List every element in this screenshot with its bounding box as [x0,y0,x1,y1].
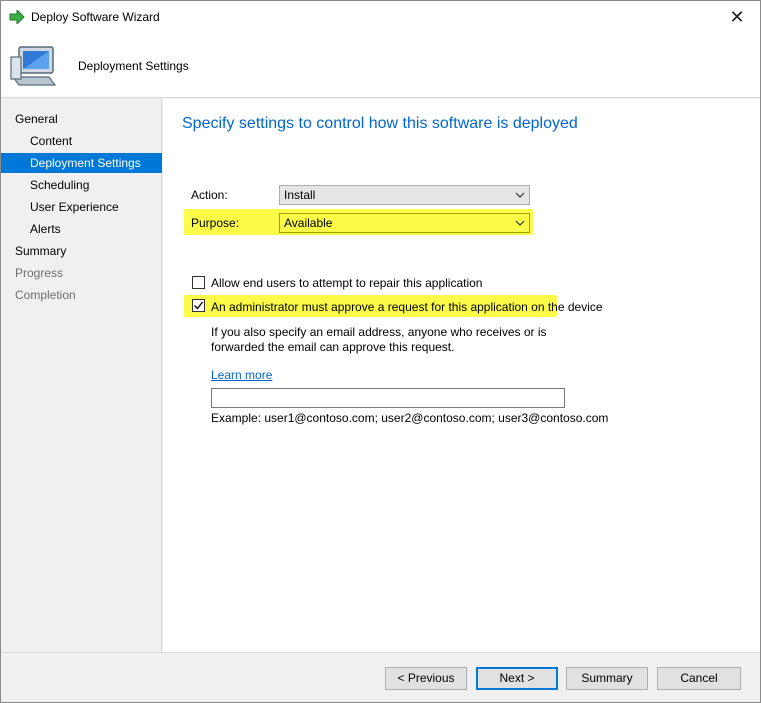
nav-item-progress: Progress [15,266,64,280]
repair-checkbox-label: Allow end users to attempt to repair thi… [211,276,483,290]
action-select-value: Install [284,188,316,202]
approve-checkbox-label: An administrator must approve a request … [211,300,603,314]
title-bar: Deploy Software Wizard ✕ [1,1,760,33]
window-title: Deploy Software Wizard [31,10,160,24]
nav-item-deployment-settings[interactable]: Deployment Settings [1,153,162,173]
content-pane: Specify settings to control how this sof… [163,99,760,652]
email-input[interactable] [211,388,565,408]
nav-item-summary[interactable]: Summary [1,241,162,261]
action-label: Action: [191,188,228,202]
action-select[interactable]: Install [279,185,530,205]
wizard-window: Deploy Software Wizard ✕ Deployment Sett… [0,0,761,703]
nav-item-scheduling[interactable]: Scheduling [1,175,162,195]
nav-item-general[interactable]: General [1,109,162,129]
page-heading: Specify settings to control how this sof… [182,115,578,132]
email-example-text: Example: user1@contoso.com; user2@contos… [211,411,609,425]
header-title: Deployment Settings [78,59,189,73]
approve-checkbox[interactable] [192,299,205,312]
chevron-down-icon [515,220,525,226]
green-arrow-icon [9,10,25,24]
wizard-header: Deployment Settings [1,33,760,98]
close-icon: ✕ [729,6,745,27]
purpose-select[interactable]: Available [279,213,530,233]
cancel-button[interactable]: Cancel [657,667,741,690]
approval-info-text: If you also specify an email address, an… [211,325,547,354]
nav-item-completion: Completion [15,288,76,302]
nav-item-user-experience[interactable]: User Experience [1,197,162,217]
computer-icon [10,46,57,86]
nav-item-alerts[interactable]: Alerts [1,219,162,239]
previous-button[interactable]: < Previous [385,667,467,690]
checkmark-icon [194,301,204,310]
repair-checkbox[interactable] [192,276,205,289]
learn-more-link[interactable]: Learn more [211,368,272,382]
nav-item-content[interactable]: Content [1,131,162,151]
wizard-footer: < Previous Next > Summary Cancel [1,652,760,702]
close-button[interactable]: ✕ [714,1,760,33]
purpose-select-value: Available [284,216,333,230]
next-button[interactable]: Next > [476,667,558,690]
purpose-label: Purpose: [191,216,240,230]
wizard-nav: General Content Deployment Settings Sche… [1,99,162,652]
chevron-down-icon [515,192,525,198]
summary-button[interactable]: Summary [566,667,648,690]
